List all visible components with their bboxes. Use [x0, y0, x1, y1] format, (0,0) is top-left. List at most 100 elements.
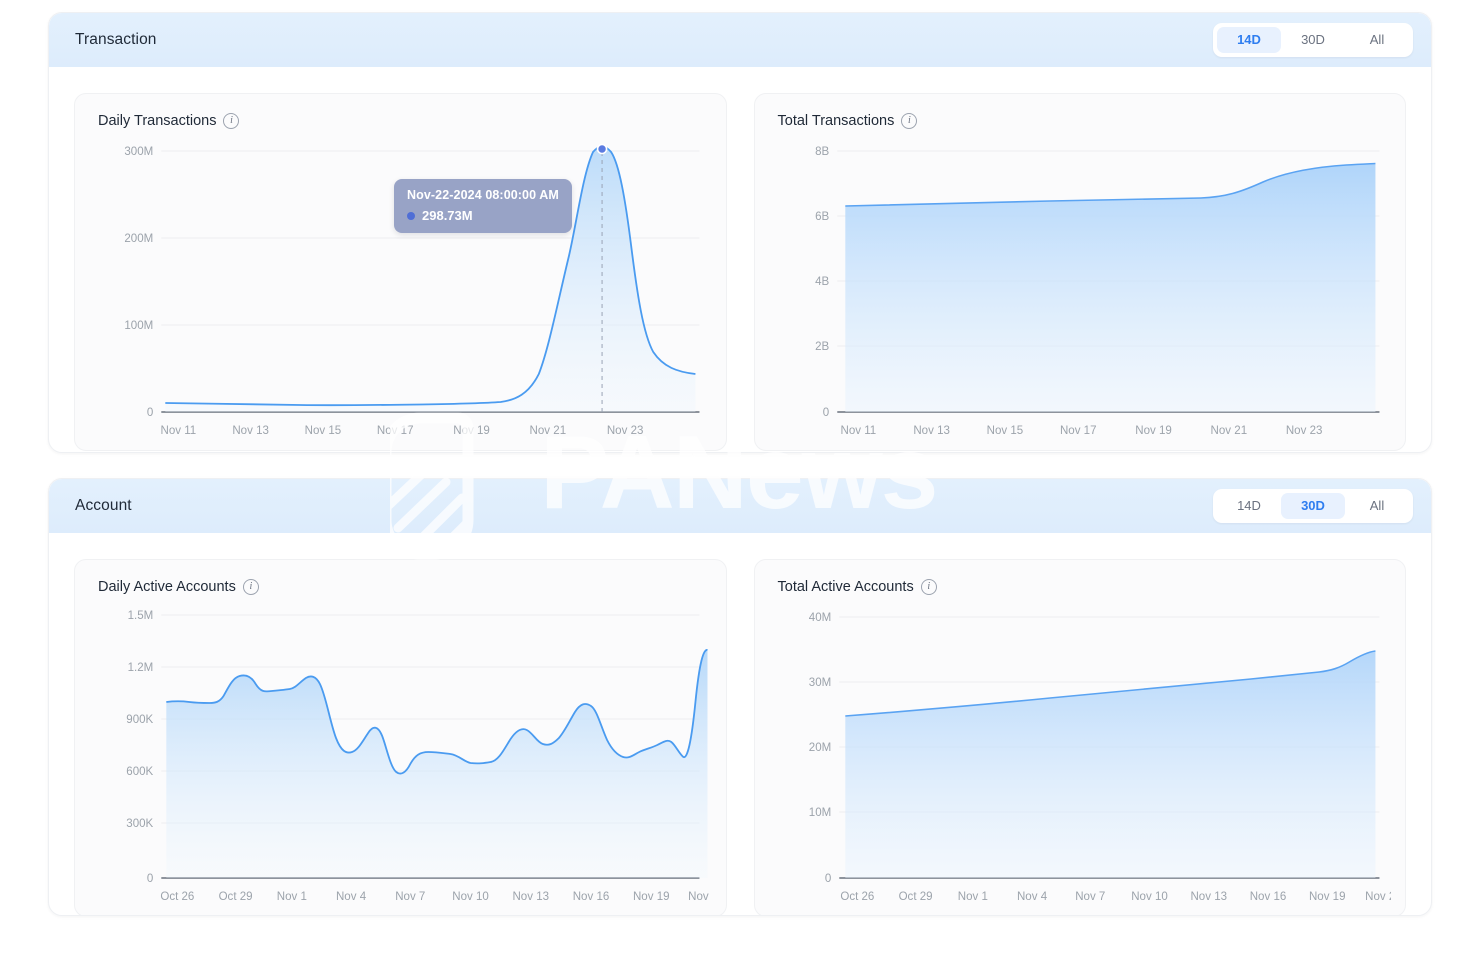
xtick-label: Nov 17: [377, 425, 414, 437]
range-btn-30d[interactable]: 30D: [1281, 493, 1345, 519]
ytick-label: 2B: [815, 341, 829, 353]
account-cards-row: Daily Active Accounts i 1.5M 1.2M 900K 6…: [49, 533, 1431, 915]
range-btn-14d[interactable]: 14D: [1217, 27, 1281, 53]
xtick-label: Nov 7: [1075, 891, 1105, 903]
ytick-label: 0: [824, 873, 830, 885]
account-panel-header: Account 14D 30D All: [49, 479, 1431, 533]
highlight-point: [596, 143, 608, 155]
xtick-label: Nov 23: [1285, 425, 1322, 437]
xtick-label: Oct 26: [840, 891, 874, 903]
card-head-total-active-accounts: Total Active Accounts i: [769, 576, 1392, 598]
ytick-label: 200M: [124, 233, 153, 245]
xtick-label: Nov 19: [1308, 891, 1345, 903]
xtick-label: Nov 10: [1131, 891, 1168, 903]
area-fill: [165, 146, 696, 412]
xtick-label: Nov 19: [453, 425, 490, 437]
card-daily-active-accounts: Daily Active Accounts i 1.5M 1.2M 900K 6…: [74, 559, 727, 915]
ytick-label: 8B: [815, 146, 829, 158]
xtick-label: Nov 17: [1059, 425, 1096, 437]
info-icon[interactable]: i: [223, 113, 240, 129]
transaction-panel-header: Transaction 14D 30D All: [49, 13, 1431, 67]
chart-svg-total-transactions: 8B 6B 4B 2B 0 Nov 11 Nov 13 Nov 15 Nov 1…: [815, 146, 1379, 437]
ytick-label: 300K: [126, 818, 153, 830]
xtick-label: Nov 4: [1016, 891, 1047, 903]
info-icon[interactable]: i: [920, 579, 937, 595]
xtick-label: Nov 16: [1249, 891, 1286, 903]
xtick-label: Nov 15: [986, 425, 1023, 437]
card-total-active-accounts: Total Active Accounts i 40M 30M 20M 10M …: [753, 559, 1406, 915]
xtick-label: Nov 1: [277, 891, 307, 903]
ytick-label: 10M: [808, 807, 830, 819]
xtick-label: Nov 4: [336, 891, 367, 903]
dashboard-page: Transaction 14D 30D All Daily Transactio…: [0, 0, 1472, 953]
range-btn-all[interactable]: All: [1345, 27, 1409, 53]
card-head-daily-transactions: Daily Transactions i: [89, 110, 712, 132]
section-title-account: Account: [75, 497, 132, 514]
ytick-label: 4B: [815, 276, 829, 288]
card-title-daily-transactions: Daily Transactions: [98, 113, 217, 129]
card-total-transactions: Total Transactions i 8B 6B 4B 2B 0 Nov 1…: [753, 93, 1406, 451]
ytick-label: 0: [147, 873, 153, 885]
xtick-label: Nov 16: [573, 891, 610, 903]
card-head-daily-active-accounts: Daily Active Accounts i: [89, 576, 712, 598]
xtick-label: Nov 21: [1210, 425, 1247, 437]
ytick-label: 0: [147, 407, 153, 419]
ytick-label: 100M: [124, 320, 153, 332]
plot-daily-transactions: 300M 200M 100M 0 Nov 11 Nov 13 Nov 15 No…: [89, 136, 712, 440]
ytick-label: 1.2M: [128, 662, 154, 674]
account-range-toggle[interactable]: 14D 30D All: [1213, 489, 1413, 523]
area-fill: [844, 651, 1375, 878]
plot-daily-active-accounts: 1.5M 1.2M 900K 600K 300K 0 Oct 26 Oct 29…: [89, 602, 711, 906]
xtick-label: Oct 29: [219, 891, 253, 903]
range-btn-all[interactable]: All: [1345, 493, 1409, 519]
card-title-total-transactions: Total Transactions: [777, 113, 895, 129]
range-btn-14d[interactable]: 14D: [1217, 493, 1281, 519]
account-panel: Account 14D 30D All Daily Active Account…: [48, 478, 1432, 916]
area-fill: [166, 649, 708, 878]
xtick-label: Oct 29: [898, 891, 932, 903]
ytick-label: 0: [822, 407, 828, 419]
xtick-label: Nov 11: [840, 425, 876, 437]
ytick-label: 1.5M: [128, 610, 154, 622]
xtick-label: Nov 13: [512, 891, 549, 903]
plot-total-transactions: 8B 6B 4B 2B 0 Nov 11 Nov 13 Nov 15 Nov 1…: [769, 136, 1392, 440]
xtick-label: Oct 26: [160, 891, 194, 903]
area-fill: [844, 163, 1375, 412]
card-head-total-transactions: Total Transactions i: [769, 110, 1392, 132]
xtick-label: Nov 13: [232, 425, 269, 437]
xtick-label: Nov 10: [452, 891, 489, 903]
xtick-label: Nov 19: [1135, 425, 1172, 437]
xtick-label: Nov 7: [395, 891, 425, 903]
ytick-label: 900K: [126, 714, 153, 726]
xtick-label: Nov 21: [530, 425, 567, 437]
plot-total-active-accounts: 40M 30M 20M 10M 0 Oct 26 Oct 29 Nov 1 No…: [769, 602, 1391, 906]
xtick-label: Nov 23: [607, 425, 644, 437]
chart-svg-daily-transactions: 300M 200M 100M 0 Nov 11 Nov 13 Nov 15 No…: [124, 143, 700, 437]
transaction-cards-row: Daily Transactions i 300M 200M 100M 0 No…: [49, 67, 1431, 451]
xtick-label: Nov 22: [688, 891, 711, 903]
card-daily-transactions: Daily Transactions i 300M 200M 100M 0 No…: [74, 93, 727, 451]
xtick-label: Nov 13: [1190, 891, 1227, 903]
ytick-label: 300M: [124, 146, 153, 158]
card-title-total-active-accounts: Total Active Accounts: [777, 579, 914, 595]
ytick-label: 600K: [126, 766, 153, 778]
ytick-label: 20M: [808, 742, 830, 754]
xtick-label: Nov 15: [305, 425, 342, 437]
ytick-label: 40M: [808, 612, 830, 624]
transaction-panel: Transaction 14D 30D All Daily Transactio…: [48, 12, 1432, 453]
xtick-label: Nov 11: [161, 425, 197, 437]
range-btn-30d[interactable]: 30D: [1281, 27, 1345, 53]
chart-svg-daily-active-accounts: 1.5M 1.2M 900K 600K 300K 0 Oct 26 Oct 29…: [126, 610, 711, 903]
info-icon[interactable]: i: [242, 579, 259, 595]
page-title: Transaction: [75, 31, 157, 48]
chart-svg-total-active-accounts: 40M 30M 20M 10M 0 Oct 26 Oct 29 Nov 1 No…: [808, 612, 1391, 903]
xtick-label: Nov 13: [913, 425, 950, 437]
xtick-label: Nov 1: [957, 891, 987, 903]
info-icon[interactable]: i: [901, 113, 918, 129]
ytick-label: 6B: [815, 211, 829, 223]
xtick-label: Nov 22: [1365, 891, 1391, 903]
card-title-daily-active-accounts: Daily Active Accounts: [98, 579, 236, 595]
transaction-range-toggle[interactable]: 14D 30D All: [1213, 23, 1413, 57]
ytick-label: 30M: [808, 677, 830, 689]
xtick-label: Nov 19: [633, 891, 670, 903]
